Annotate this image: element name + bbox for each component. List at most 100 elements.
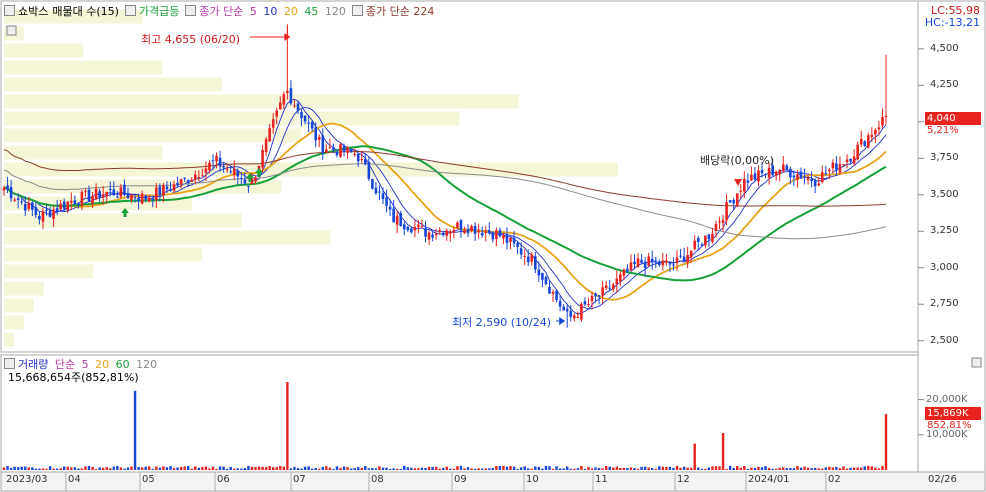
volume-bar	[395, 468, 399, 470]
volume-profile-band	[4, 77, 222, 92]
volume-bar	[229, 466, 232, 470]
volume-profile-band	[4, 247, 202, 262]
volume-bar	[728, 465, 732, 470]
volume-bar	[789, 468, 792, 470]
ma-checkbox[interactable]	[185, 5, 197, 16]
candle-body	[700, 244, 704, 246]
volume-bar	[16, 467, 20, 470]
candle-body	[852, 156, 856, 164]
candle-body	[615, 278, 619, 285]
candle-body	[633, 261, 636, 265]
candle-body	[108, 188, 112, 190]
candle-body	[52, 209, 55, 219]
volume-bar	[176, 467, 179, 470]
volume-bar	[59, 468, 62, 470]
x-tick-label: 04	[68, 474, 81, 485]
candle-body	[218, 157, 222, 167]
volume-bar	[782, 467, 785, 470]
volume-bar	[133, 390, 137, 470]
price-change: 5,21%	[927, 125, 959, 136]
volume-bar	[767, 467, 771, 470]
volume-bar	[725, 468, 728, 470]
volume-bar	[371, 468, 374, 470]
volume-bar	[98, 467, 101, 470]
volume-bar	[318, 468, 321, 470]
volume-bar	[612, 467, 615, 470]
candle-body	[572, 315, 576, 319]
volume-panel-maximize-button[interactable]	[971, 357, 982, 368]
volume-bar	[183, 466, 186, 470]
price-tick-label: 2,500	[930, 334, 959, 346]
candle-body	[661, 260, 665, 266]
candle-body	[509, 237, 512, 242]
price-tick-label: 3,000	[930, 261, 959, 273]
candle-body	[781, 164, 785, 172]
volume-bar	[668, 466, 672, 470]
volume-bar	[186, 466, 190, 470]
signal-checkbox[interactable]	[124, 5, 136, 16]
volume-bar	[403, 465, 406, 470]
volume-bar	[254, 466, 257, 470]
volume-bar	[236, 468, 239, 470]
volume-bar	[55, 468, 59, 470]
candle-body	[314, 127, 318, 141]
volume-bar	[48, 466, 52, 470]
candle-body	[456, 222, 459, 228]
candle-body	[13, 199, 16, 201]
candle-body	[119, 187, 123, 197]
volume-bar	[434, 466, 438, 470]
volume-bar	[321, 467, 324, 470]
volume-bar	[707, 467, 711, 470]
volume-bar	[342, 466, 346, 470]
volume-bar	[130, 466, 133, 470]
volume-bar	[860, 467, 863, 470]
candle-body	[619, 274, 622, 282]
ma-long-checkbox[interactable]	[351, 5, 363, 16]
candle-body	[884, 115, 888, 117]
candle-body	[395, 215, 399, 225]
candle-body	[130, 194, 133, 200]
candle-body	[367, 161, 371, 179]
candle-body	[658, 261, 661, 266]
signal-label: 가격급등	[138, 5, 180, 18]
volume-bar	[661, 466, 665, 470]
candle-body	[512, 237, 516, 244]
candle-body	[105, 191, 109, 197]
volume-checkbox[interactable]	[4, 358, 15, 369]
candle-body	[211, 160, 215, 162]
candle-body	[201, 175, 204, 177]
volume-bar	[608, 466, 611, 470]
price-tick-label: 4,500	[930, 42, 959, 54]
candle-body	[445, 230, 449, 236]
legend-checkbox[interactable]	[4, 5, 15, 16]
volume-bar	[622, 467, 626, 470]
volume-bar	[289, 468, 293, 470]
volume-bar	[413, 468, 417, 470]
candle-body	[562, 306, 565, 311]
volume-bar	[813, 467, 817, 470]
volume-bar	[821, 468, 824, 470]
volume-bar	[647, 467, 650, 470]
candle-body	[806, 177, 810, 180]
candle-body	[441, 232, 445, 236]
candle-body	[477, 230, 480, 233]
price-panel-collapse-button[interactable]	[6, 25, 17, 36]
volume-bar	[148, 466, 151, 470]
candle-body	[845, 159, 849, 163]
price-badge: 4,040	[925, 112, 981, 125]
candle-body	[863, 141, 867, 146]
candle-body	[732, 200, 735, 204]
volume-bar	[272, 467, 275, 470]
candle-body	[183, 177, 186, 179]
candle-body	[162, 185, 165, 196]
volume-bar	[353, 468, 356, 470]
candle-body	[385, 197, 388, 206]
candle-body	[243, 179, 247, 184]
volume-bar	[427, 466, 431, 470]
volume-bar	[77, 468, 80, 470]
volume-bar	[410, 467, 413, 470]
candle-body	[849, 158, 852, 162]
candle-body	[739, 190, 743, 192]
volume-bar	[718, 466, 721, 470]
candle-body	[353, 153, 356, 155]
